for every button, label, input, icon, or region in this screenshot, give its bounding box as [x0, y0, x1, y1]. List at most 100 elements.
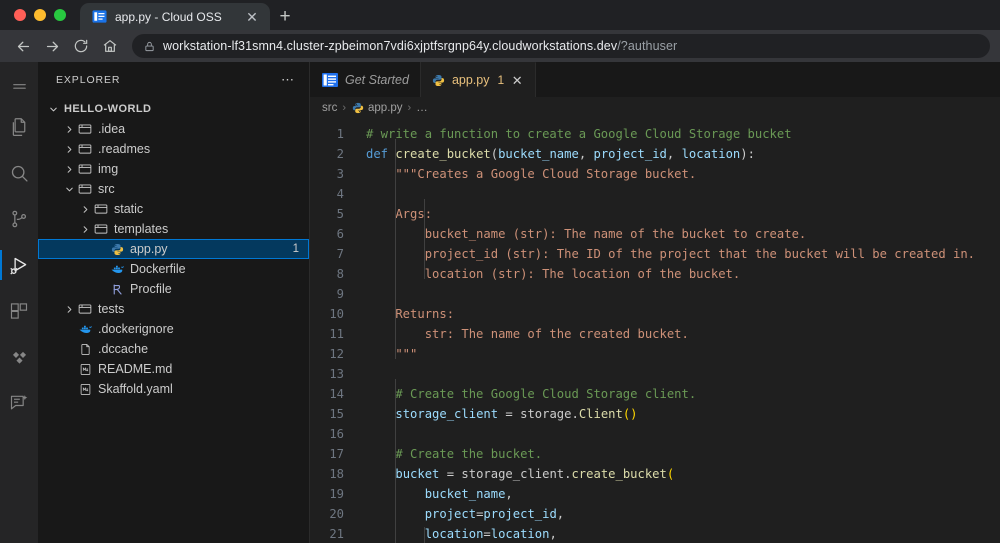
hamburger-menu-icon[interactable] — [0, 70, 38, 104]
code-line[interactable] — [354, 364, 1000, 384]
tree-item-label: Procfile — [130, 282, 172, 296]
code-line[interactable]: str: The name of the created bucket. — [354, 324, 1000, 344]
code-line[interactable] — [354, 184, 1000, 204]
cloud-code-diamonds-icon[interactable] — [0, 334, 38, 380]
chevron-right-icon[interactable] — [62, 124, 76, 135]
code-line[interactable]: location=location, — [354, 524, 1000, 543]
breadcrumb-label: … — [416, 102, 428, 114]
code-editor[interactable]: 1234567891011121314151617181920212223242… — [310, 119, 1000, 543]
code-line[interactable]: bucket_name (str): The name of the bucke… — [354, 224, 1000, 244]
maximize-window-button[interactable] — [54, 9, 66, 21]
run-debug-icon[interactable] — [0, 242, 38, 288]
home-icon[interactable] — [97, 33, 123, 59]
breadcrumb-item-src[interactable]: src — [322, 102, 337, 114]
files-icon[interactable] — [0, 104, 38, 150]
chevron-right-icon[interactable] — [78, 224, 92, 235]
chevron-down-icon[interactable] — [62, 184, 76, 195]
folder-icon — [92, 222, 110, 236]
tree-folder-tests[interactable]: tests — [38, 299, 309, 319]
tree-root-hello-world[interactable]: HELLO-WORLD — [38, 99, 309, 119]
code-line[interactable] — [354, 284, 1000, 304]
tree-file-readme-md[interactable]: README.md — [38, 359, 309, 379]
code-line[interactable]: def create_bucket(bucket_name, project_i… — [354, 144, 1000, 164]
browser-tab[interactable]: app.py - Cloud OSS ✕ — [80, 3, 270, 30]
chevron-right-icon[interactable] — [78, 204, 92, 215]
window-controls — [10, 0, 80, 30]
tree-folder-src[interactable]: src — [38, 179, 309, 199]
explorer-sidebar: EXPLORER ⋯ HELLO-WORLD .idea .readmes img s… — [38, 62, 310, 543]
indent-guide — [395, 379, 396, 543]
tree-file-dccache[interactable]: .dccache — [38, 339, 309, 359]
reload-icon[interactable] — [68, 33, 94, 59]
code-content[interactable]: # write a function to create a Google Cl… — [354, 119, 1000, 543]
chevron-right-icon[interactable] — [62, 164, 76, 175]
plus-icon[interactable]: + — [270, 3, 300, 30]
code-token: ( — [666, 467, 675, 481]
code-line[interactable]: """ — [354, 344, 1000, 364]
tree-file-procfile[interactable]: Procfile — [38, 279, 309, 299]
breadcrumb-item-app-py[interactable]: app.py — [351, 102, 403, 114]
code-line[interactable]: """Creates a Google Cloud Storage bucket… — [354, 164, 1000, 184]
code-line[interactable] — [354, 424, 1000, 444]
code-line[interactable]: bucket_name, — [354, 484, 1000, 504]
chat-sparkle-icon[interactable] — [0, 380, 38, 426]
code-line[interactable]: # Create the bucket. — [354, 444, 1000, 464]
extensions-icon[interactable] — [0, 288, 38, 334]
editor-tab-get-started[interactable]: Get Started — [310, 62, 421, 97]
code-line[interactable]: Args: — [354, 204, 1000, 224]
chevron-right-icon[interactable] — [62, 144, 76, 155]
code-token: def — [366, 147, 396, 161]
code-token: = storage_client. — [439, 467, 572, 481]
search-icon[interactable] — [0, 150, 38, 196]
tree-file-dockerignore[interactable]: .dockerignore — [38, 319, 309, 339]
code-line[interactable]: bucket = storage_client.create_bucket( — [354, 464, 1000, 484]
tree-folder-idea[interactable]: .idea — [38, 119, 309, 139]
tree-file-dockerfile[interactable]: Dockerfile — [38, 259, 309, 279]
folder-icon — [76, 302, 94, 316]
close-icon[interactable]: ✕ — [244, 10, 260, 24]
tree-folder-readmes[interactable]: .readmes — [38, 139, 309, 159]
line-number: 13 — [329, 367, 344, 381]
chevron-right-icon[interactable] — [62, 304, 76, 315]
tree-file-skaffold-yaml[interactable]: Skaffold.yaml — [38, 379, 309, 399]
code-line[interactable]: Returns: — [354, 304, 1000, 324]
url-path: /?authuser — [617, 39, 678, 53]
code-token: project_id — [483, 507, 557, 521]
code-line[interactable]: # Create the Google Cloud Storage client… — [354, 384, 1000, 404]
tree-file-app-py[interactable]: app.py 1 — [38, 239, 309, 259]
tree-folder-img[interactable]: img — [38, 159, 309, 179]
ellipsis-icon[interactable]: ⋯ — [275, 73, 301, 86]
breadcrumb-label: src — [322, 102, 338, 114]
line-number: 4 — [336, 187, 344, 201]
tree-item-label: src — [98, 182, 115, 196]
address-bar[interactable]: workstation-lf31smn4.cluster-zpbeimon7vd… — [132, 34, 990, 58]
code-token: = — [483, 527, 491, 541]
line-number: 19 — [329, 487, 344, 501]
browser-toolbar: workstation-lf31smn4.cluster-zpbeimon7vd… — [0, 30, 1000, 62]
arrow-left-icon[interactable] — [10, 33, 36, 59]
tree-folder-static[interactable]: static — [38, 199, 309, 219]
code-line[interactable]: location (str): The location of the buck… — [354, 264, 1000, 284]
code-token: storage_client — [395, 407, 499, 421]
python-icon — [108, 243, 126, 256]
minimize-window-button[interactable] — [34, 9, 46, 21]
code-line[interactable]: project_id (str): The ID of the project … — [354, 244, 1000, 264]
chevron-right-icon: › — [342, 102, 347, 114]
tree-item-label: img — [98, 162, 119, 176]
close-icon[interactable]: ✕ — [510, 74, 524, 87]
editor-area: Get Started app.py 1 ✕ src › app.py › … … — [310, 62, 1000, 543]
tree-folder-templates[interactable]: templates — [38, 219, 309, 239]
editor-tab-app-py[interactable]: app.py 1 ✕ — [420, 62, 537, 97]
browser-window: app.py - Cloud OSS ✕ + workstation-lf31s… — [0, 0, 1000, 543]
code-line[interactable]: storage_client = storage.Client() — [354, 404, 1000, 424]
close-window-button[interactable] — [14, 9, 26, 21]
source-control-icon[interactable] — [0, 196, 38, 242]
docker-icon — [76, 322, 94, 337]
code-line[interactable]: # write a function to create a Google Cl… — [354, 124, 1000, 144]
code-token: location — [681, 147, 741, 161]
breadcrumb-item-more[interactable]: … — [416, 102, 428, 114]
folder-icon — [76, 182, 94, 196]
code-line[interactable]: project=project_id, — [354, 504, 1000, 524]
folder-icon — [76, 162, 94, 176]
arrow-right-icon[interactable] — [39, 33, 65, 59]
